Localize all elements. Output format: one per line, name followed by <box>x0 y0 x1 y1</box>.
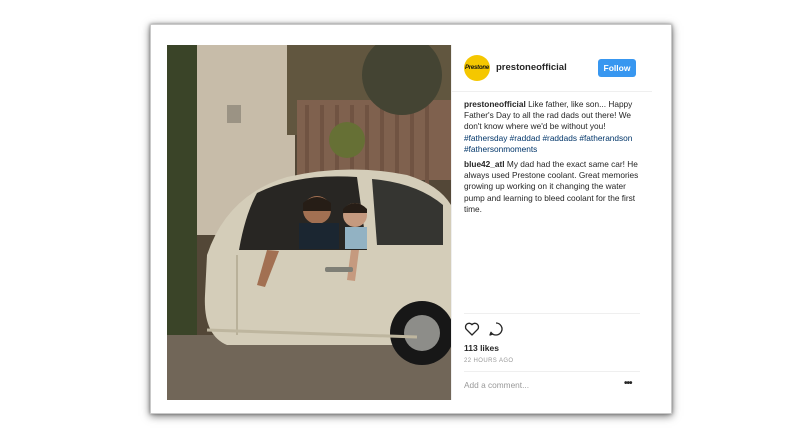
comment-author[interactable]: blue42_atl <box>464 159 505 169</box>
post-actions <box>464 321 524 337</box>
comment: blue42_atl My dad had the exact same car… <box>464 159 642 215</box>
add-comment-input[interactable]: Add a comment... <box>464 380 529 390</box>
heart-icon[interactable] <box>464 321 480 337</box>
divider <box>464 313 640 314</box>
post-photo[interactable] <box>167 45 451 400</box>
post-header: Prestone prestoneofficial Follow <box>452 45 652 92</box>
hashtag-link[interactable]: #fathersday <box>464 133 507 143</box>
avatar-logo-text: Prestone <box>464 65 490 71</box>
caption: prestoneofficial Like father, like son..… <box>464 99 642 155</box>
comment-icon[interactable] <box>488 321 504 337</box>
hashtag-link[interactable]: #raddad <box>510 133 540 143</box>
comments-list: prestoneofficial Like father, like son..… <box>464 99 642 219</box>
more-options-icon[interactable]: ••• <box>624 378 632 389</box>
follow-button[interactable]: Follow <box>598 59 636 77</box>
username-link[interactable]: prestoneofficial <box>496 62 567 73</box>
post-card: Prestone prestoneofficial Follow preston… <box>150 24 672 414</box>
caption-author[interactable]: prestoneofficial <box>464 99 526 109</box>
post-timestamp: 22 HOURS AGO <box>464 358 514 364</box>
post-side-panel: Prestone prestoneofficial Follow preston… <box>451 45 652 400</box>
likes-count[interactable]: 113 likes <box>464 343 499 353</box>
account-avatar[interactable]: Prestone <box>464 55 490 81</box>
divider <box>464 371 640 372</box>
hashtag-link[interactable]: #fathersonmoments <box>464 144 537 154</box>
hashtag-link[interactable]: #raddads <box>542 133 577 143</box>
hashtag-link[interactable]: #fatherandson <box>579 133 632 143</box>
